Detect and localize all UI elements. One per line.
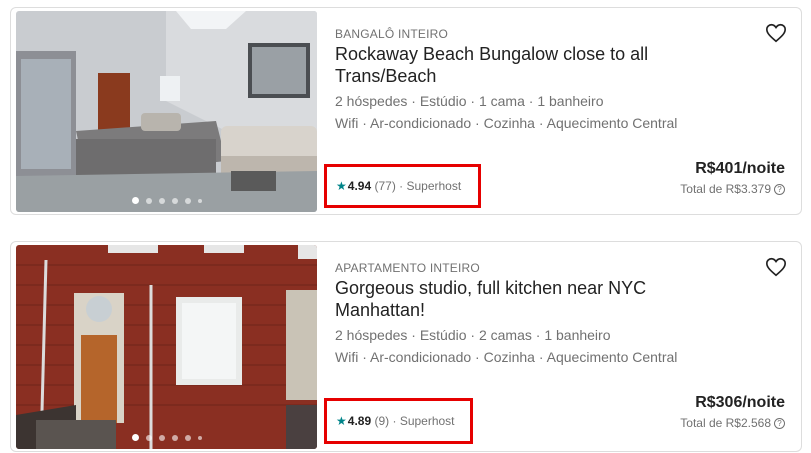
brick-building-photo	[16, 245, 317, 449]
carousel-dot[interactable]	[184, 434, 191, 441]
listing-info: APARTAMENTO INTEIRO Gorgeous studio, ful…	[324, 242, 801, 451]
listing-amenities: Wifi · Ar-condicionado · Cozinha · Aquec…	[335, 115, 678, 131]
listing-info: BANGALÔ INTEIRO Rockaway Beach Bungalow …	[324, 8, 801, 214]
nightly-price: R$306/noite	[695, 394, 785, 411]
carousel-dot[interactable]	[171, 434, 178, 441]
superhost-badge: · Superhost	[399, 179, 462, 193]
listing-photo[interactable]	[16, 245, 317, 449]
carousel-dot[interactable]	[171, 197, 178, 204]
carousel-dot[interactable]	[131, 434, 139, 441]
listing-details: 2 hóspedes · Estúdio · 1 cama · 1 banhei…	[335, 93, 604, 109]
carousel-dot[interactable]	[197, 435, 202, 440]
listing-type: APARTAMENTO INTEIRO	[335, 261, 480, 275]
rating-highlight: ★ 4.94 (77) · Superhost	[324, 164, 481, 208]
total-price-label: Total de R$2.568	[680, 416, 771, 430]
total-price: Total de R$2.568 ?	[680, 416, 785, 430]
carousel-dot[interactable]	[197, 198, 202, 203]
carousel-dot[interactable]	[145, 434, 152, 441]
star-icon: ★	[336, 414, 347, 428]
heart-icon[interactable]	[765, 256, 787, 278]
photo-carousel-dots[interactable]	[16, 434, 317, 441]
carousel-dot[interactable]	[131, 197, 139, 204]
rating-value: 4.89	[347, 414, 372, 428]
carousel-dot[interactable]	[184, 197, 191, 204]
superhost-badge: · Superhost	[392, 414, 455, 428]
rating-value: 4.94	[347, 179, 372, 193]
photo-carousel-dots[interactable]	[16, 197, 317, 204]
listing-title[interactable]: Gorgeous studio, full kitchen near NYC M…	[335, 277, 695, 321]
heart-icon[interactable]	[765, 22, 787, 44]
listing-card[interactable]: BANGALÔ INTEIRO Rockaway Beach Bungalow …	[10, 7, 802, 215]
listing-title[interactable]: Rockaway Beach Bungalow close to all Tra…	[335, 43, 695, 87]
star-icon: ★	[336, 179, 347, 193]
listing-photo[interactable]	[16, 11, 317, 212]
total-price-label: Total de R$3.379	[680, 182, 771, 196]
help-icon[interactable]: ?	[774, 183, 785, 195]
carousel-dot[interactable]	[145, 197, 152, 204]
nightly-price: R$401/noite	[695, 160, 785, 177]
bedroom-photo	[16, 11, 317, 212]
review-count: (9)	[374, 414, 390, 428]
rating-highlight: ★ 4.89 (9) · Superhost	[324, 398, 473, 444]
listing-type: BANGALÔ INTEIRO	[335, 27, 449, 41]
listing-card[interactable]: APARTAMENTO INTEIRO Gorgeous studio, ful…	[10, 241, 802, 452]
total-price: Total de R$3.379 ?	[680, 182, 785, 196]
listing-amenities: Wifi · Ar-condicionado · Cozinha · Aquec…	[335, 349, 678, 365]
help-icon[interactable]: ?	[774, 417, 785, 429]
carousel-dot[interactable]	[158, 434, 165, 441]
carousel-dot[interactable]	[158, 197, 165, 204]
listing-details: 2 hóspedes · Estúdio · 2 camas · 1 banhe…	[335, 327, 611, 343]
review-count: (77)	[374, 179, 396, 193]
